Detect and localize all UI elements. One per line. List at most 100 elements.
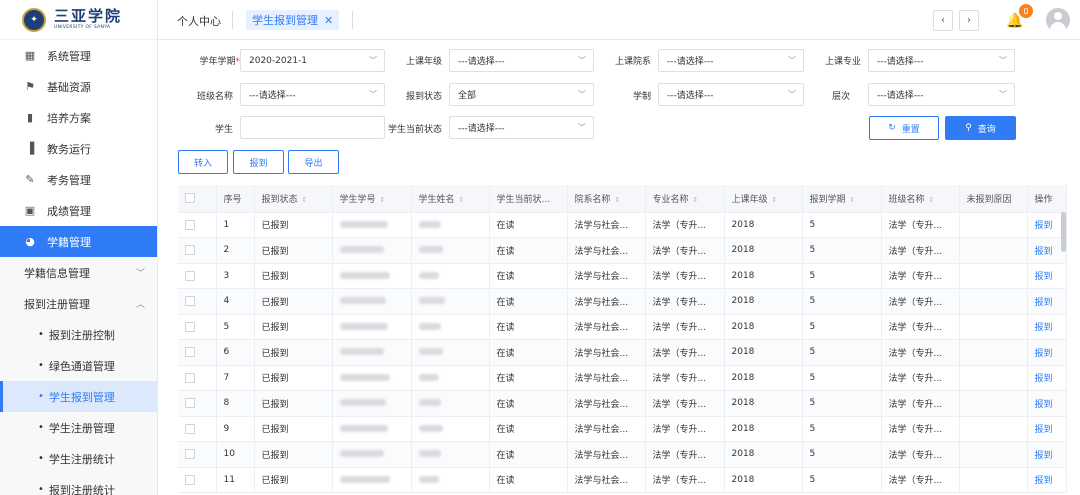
cell-college: 法学与社会... bbox=[567, 441, 646, 468]
cell-reason bbox=[959, 263, 1028, 289]
table-row[interactable]: 5 已报到 在读 法学与社会... 法学（专升... 2018 5 法学（专升... 报到 bbox=[178, 314, 1067, 340]
export-button[interactable]: 导出 bbox=[288, 150, 339, 174]
row-checkbox[interactable] bbox=[178, 212, 217, 238]
row-checkbox[interactable] bbox=[178, 314, 217, 340]
query-button[interactable]: ⚲ 查询 bbox=[945, 116, 1016, 140]
chevron-right-icon: › bbox=[967, 15, 971, 26]
cell-student-name-redacted bbox=[411, 288, 490, 315]
sort-icon[interactable]: ⇕ bbox=[693, 196, 699, 204]
table-row[interactable]: 2 已报到 在读 法学与社会... 法学（专升... 2018 5 法学（专升... 报到 bbox=[178, 237, 1067, 264]
col-header[interactable]: 报到状态 ⇕ bbox=[254, 185, 333, 213]
col-header[interactable]: 学生学号 ⇕ bbox=[332, 185, 412, 213]
current-status-select[interactable]: ---请选择--- ﹀ bbox=[449, 116, 594, 139]
row-checkbox[interactable] bbox=[178, 365, 217, 391]
level-select[interactable]: ---请选择--- ﹀ bbox=[868, 83, 1015, 106]
sidebar-item-operation[interactable]: ▐ 教务运行 bbox=[0, 133, 157, 164]
col-header[interactable]: 报到学期 ⇕ bbox=[802, 185, 882, 213]
sidebar-item-label: 基础资源 bbox=[47, 80, 91, 94]
row-checkbox[interactable] bbox=[178, 390, 217, 417]
col-header[interactable]: 院系名称 ⇕ bbox=[567, 185, 646, 213]
sort-icon[interactable]: ⇕ bbox=[850, 196, 856, 204]
grid-icon: ▦ bbox=[24, 48, 36, 62]
sort-icon[interactable]: ⇕ bbox=[380, 196, 386, 204]
row-checkbox[interactable] bbox=[178, 263, 217, 289]
cell-op-register[interactable]: 报到 bbox=[1027, 314, 1067, 340]
sort-icon[interactable]: ⇕ bbox=[459, 196, 465, 204]
col-header[interactable]: 班级名称 ⇕ bbox=[881, 185, 960, 213]
table-row[interactable]: 9 已报到 在读 法学与社会... 法学（专升... 2018 5 法学（专升... 报到 bbox=[178, 416, 1067, 442]
cell-grade: 2018 bbox=[724, 314, 803, 340]
system-select[interactable]: ---请选择--- ﹀ bbox=[658, 83, 804, 106]
cell-op-register[interactable]: 报到 bbox=[1027, 467, 1067, 493]
table-row[interactable]: 1 已报到 在读 法学与社会... 法学（专升... 2018 5 法学（专升... 报到 bbox=[178, 212, 1067, 238]
grade-select[interactable]: ---请选择--- ﹀ bbox=[449, 49, 594, 72]
sidebar-item-score[interactable]: ▣ 成绩管理 bbox=[0, 195, 157, 226]
register-button[interactable]: 报到 bbox=[233, 150, 284, 174]
sort-icon[interactable]: ⇕ bbox=[615, 196, 621, 204]
row-checkbox[interactable] bbox=[178, 288, 217, 315]
sidebar-leaf-register-control[interactable]: • 报到注册控制 bbox=[0, 319, 157, 350]
cell-op-register[interactable]: 报到 bbox=[1027, 441, 1067, 468]
cell-major: 法学（专升... bbox=[645, 237, 725, 264]
cell-op-register[interactable]: 报到 bbox=[1027, 416, 1067, 442]
row-checkbox[interactable] bbox=[178, 237, 217, 264]
sidebar-leaf-student-enroll[interactable]: • 学生注册管理 bbox=[0, 412, 157, 443]
sidebar-item-exam[interactable]: ✎ 考务管理 bbox=[0, 164, 157, 195]
row-checkbox[interactable] bbox=[178, 416, 217, 442]
sidebar-leaf-enroll-stats[interactable]: • 学生注册统计 bbox=[0, 443, 157, 474]
table-row[interactable]: 10 已报到 在读 法学与社会... 法学（专升... 2018 5 法学（专升... 报到 bbox=[178, 441, 1067, 468]
status-select[interactable]: 全部 ﹀ bbox=[449, 83, 594, 106]
sort-icon[interactable]: ⇕ bbox=[302, 196, 308, 204]
current-status-label: 学生当前状态 bbox=[387, 125, 442, 135]
cell-op-register[interactable]: 报到 bbox=[1027, 288, 1067, 315]
table-scrollbar[interactable] bbox=[1061, 212, 1066, 252]
transfer-in-button[interactable]: 转入 bbox=[178, 150, 228, 174]
cell-class: 法学（专升... bbox=[881, 467, 960, 493]
cell-op-register[interactable]: 报到 bbox=[1027, 365, 1067, 391]
cell-op-register[interactable]: 报到 bbox=[1027, 339, 1067, 366]
cell-status: 已报到 bbox=[254, 416, 333, 442]
class-select[interactable]: ---请选择--- ﹀ bbox=[240, 83, 385, 106]
major-select[interactable]: ---请选择--- ﹀ bbox=[868, 49, 1015, 72]
avatar[interactable] bbox=[1046, 8, 1070, 32]
row-checkbox[interactable] bbox=[178, 467, 217, 493]
sidebar-leaf-label: 绿色通道管理 bbox=[48, 359, 115, 373]
table-row[interactable]: 7 已报到 在读 法学与社会... 法学（专升... 2018 5 法学（专升... 报到 bbox=[178, 365, 1067, 391]
sidebar-group-status-info[interactable]: 学籍信息管理 ﹀ bbox=[0, 257, 157, 288]
sidebar-leaf-green-channel[interactable]: • 绿色通道管理 bbox=[0, 350, 157, 381]
row-checkbox[interactable] bbox=[178, 441, 217, 468]
chevron-up-icon: ︿ bbox=[135, 300, 145, 310]
tab-prev-button[interactable]: ‹ bbox=[933, 10, 953, 31]
college-select[interactable]: ---请选择--- ﹀ bbox=[658, 49, 804, 72]
term-select[interactable]: 2020-2021-1 ﹀ bbox=[240, 49, 385, 72]
cell-current-status: 在读 bbox=[489, 441, 568, 468]
col-header[interactable]: 学生姓名 ⇕ bbox=[411, 185, 490, 213]
cell-term: 5 bbox=[802, 288, 882, 315]
table-row[interactable]: 8 已报到 在读 法学与社会... 法学（专升... 2018 5 法学（专升... 报到 bbox=[178, 390, 1067, 417]
close-icon[interactable]: ✕ bbox=[324, 14, 333, 27]
table-row[interactable]: 6 已报到 在读 法学与社会... 法学（专升... 2018 5 法学（专升... 报到 bbox=[178, 339, 1067, 366]
sidebar-item-plan[interactable]: ▮ 培养方案 bbox=[0, 102, 157, 133]
sidebar-item-resources[interactable]: ⚑ 基础资源 bbox=[0, 71, 157, 102]
row-checkbox[interactable] bbox=[178, 339, 217, 366]
sidebar-group-register[interactable]: 报到注册管理 ︿ bbox=[0, 288, 157, 319]
table-row[interactable]: 11 已报到 在读 法学与社会... 法学（专升... 2018 5 法学（专升... 报到 bbox=[178, 467, 1067, 493]
cell-op-register[interactable]: 报到 bbox=[1027, 390, 1067, 417]
table-row[interactable]: 4 已报到 在读 法学与社会... 法学（专升... 2018 5 法学（专升... 报到 bbox=[178, 288, 1067, 315]
tab-student-register[interactable]: 学生报到管理 ✕ bbox=[246, 10, 340, 30]
tab-home[interactable]: 个人中心 bbox=[177, 13, 221, 29]
reset-button[interactable]: ↻ 重置 bbox=[869, 116, 939, 140]
sort-icon[interactable]: ⇕ bbox=[772, 196, 778, 204]
cell-op-register[interactable]: 报到 bbox=[1027, 263, 1067, 289]
sort-icon[interactable]: ⇕ bbox=[929, 196, 935, 204]
sidebar-item-system[interactable]: ▦ 系统管理 bbox=[0, 40, 157, 71]
tab-next-button[interactable]: › bbox=[959, 10, 979, 31]
sidebar-item-status[interactable]: ◕ 学籍管理 bbox=[0, 226, 157, 257]
sidebar-leaf-student-register[interactable]: • 学生报到管理 bbox=[0, 381, 157, 412]
student-input[interactable] bbox=[240, 116, 385, 139]
col-header[interactable]: 上课年级 ⇕ bbox=[724, 185, 803, 213]
sidebar-leaf-register-stats[interactable]: • 报到注册统计 bbox=[0, 474, 157, 495]
col-header[interactable]: 专业名称 ⇕ bbox=[645, 185, 725, 213]
table-row[interactable]: 3 已报到 在读 法学与社会... 法学（专升... 2018 5 法学（专升... 报到 bbox=[178, 263, 1067, 289]
select-all-checkbox[interactable] bbox=[178, 185, 217, 213]
